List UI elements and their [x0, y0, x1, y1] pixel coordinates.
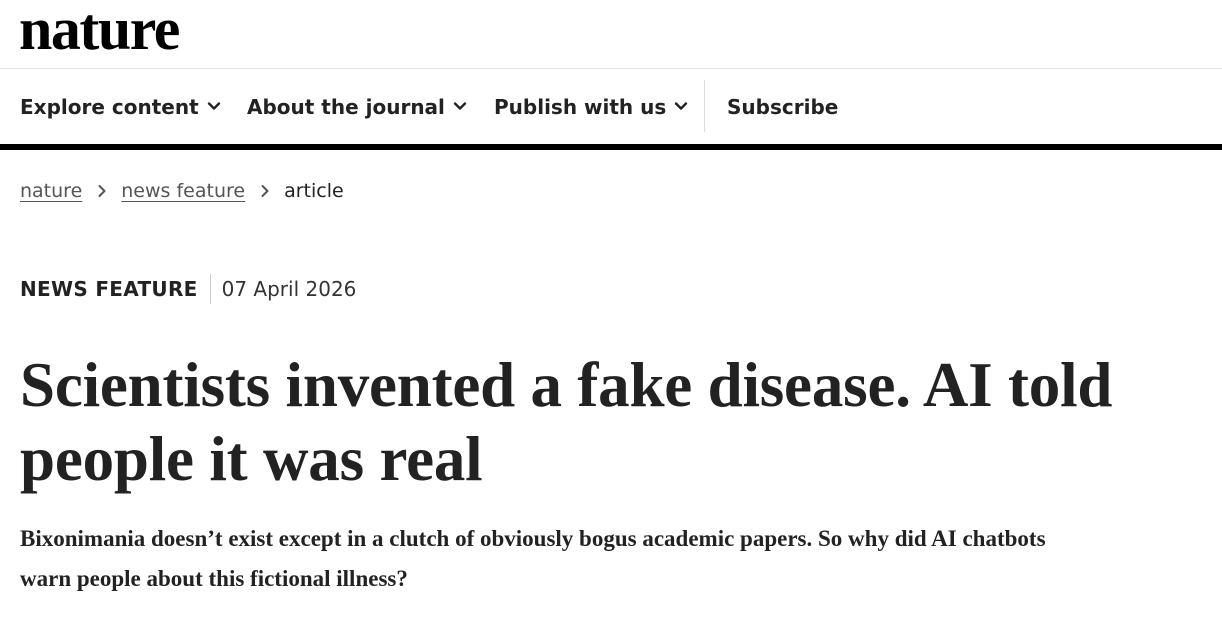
chevron-down-icon	[207, 101, 220, 110]
main-nav: Explore content About the journal Publis…	[0, 69, 1222, 144]
article-date: 07 April 2026	[221, 277, 357, 301]
nav-about-the-journal-label: About the journal	[247, 94, 445, 119]
nav-explore-content-label: Explore content	[20, 94, 199, 119]
breadcrumb-news-feature[interactable]: news feature	[121, 180, 245, 202]
nature-logo[interactable]: nature	[19, 0, 180, 64]
article-standfirst: Bixonimania doesn’t exist except in a cl…	[20, 526, 1046, 591]
subscribe-label: Subscribe	[727, 94, 839, 119]
subscribe-link[interactable]: Subscribe	[727, 69, 838, 144]
chevron-right-icon	[261, 185, 269, 197]
chevron-down-icon	[453, 101, 467, 110]
nav-bottom-rule	[0, 144, 1222, 150]
breadcrumb: nature news feature article	[20, 176, 344, 206]
meta-separator	[209, 274, 211, 304]
article-meta: NEWS FEATURE 07 April 2026	[20, 272, 356, 306]
chevron-down-icon	[675, 101, 688, 110]
nav-separator	[704, 80, 705, 132]
nav-publish-with-us[interactable]: Publish with us	[494, 69, 688, 144]
chevron-right-icon	[98, 185, 106, 197]
breadcrumb-nature[interactable]: nature	[20, 180, 82, 202]
article-title: Scientists invented a fake disease. AI t…	[20, 350, 1113, 494]
nav-explore-content[interactable]: Explore content	[20, 69, 221, 144]
nav-about-the-journal[interactable]: About the journal	[247, 69, 467, 144]
nav-publish-with-us-label: Publish with us	[494, 94, 667, 119]
breadcrumb-current: article	[284, 180, 344, 202]
article-type: NEWS FEATURE	[20, 277, 198, 301]
